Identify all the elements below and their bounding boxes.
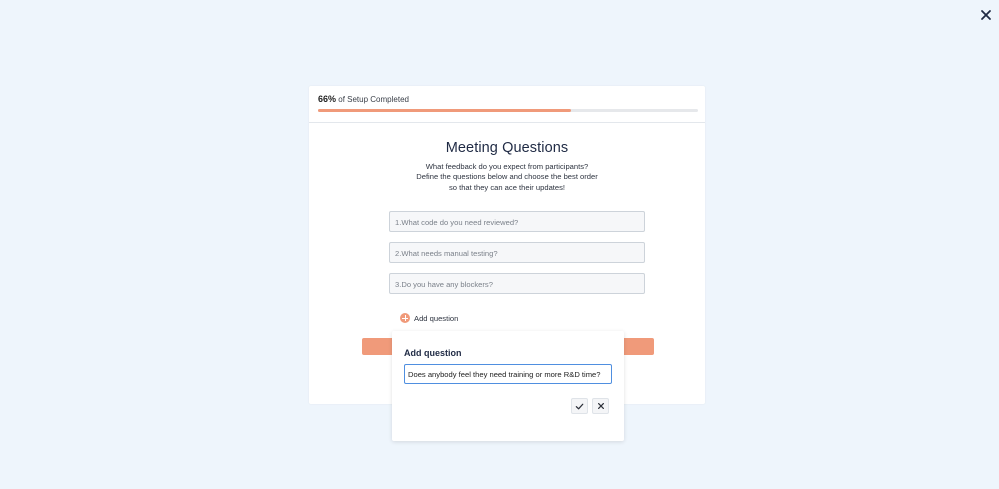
- progress-bar-fill: [318, 109, 572, 112]
- add-question-button[interactable]: Add question: [400, 313, 458, 323]
- description-line: so that they can ace their updates!: [448, 182, 566, 192]
- progress-bar: [318, 109, 698, 112]
- close-icon: [981, 10, 991, 20]
- progress-label: of Setup Completed: [338, 95, 409, 104]
- confirm-button[interactable]: [571, 398, 588, 414]
- page-description: What feedback do you expect from partici…: [309, 162, 705, 193]
- description-line: Define the questions below and choose th…: [416, 172, 598, 182]
- plus-circle-icon: [400, 313, 410, 323]
- progress-section: 66% of Setup Completed: [309, 86, 705, 123]
- cancel-button[interactable]: [592, 398, 609, 414]
- close-window-button[interactable]: [975, 4, 997, 26]
- add-question-label: Add question: [414, 313, 459, 323]
- new-question-input[interactable]: Does anybody feel they need training or …: [404, 364, 612, 384]
- question-field-2[interactable]: 2.What needs manual testing?: [389, 242, 645, 263]
- question-field-1[interactable]: 1.What code do you need reviewed?: [389, 211, 645, 232]
- progress-text: 66% of Setup Completed: [318, 94, 696, 104]
- description-line: What feedback do you expect from partici…: [425, 162, 589, 171]
- page-title: Meeting Questions: [445, 140, 569, 156]
- add-question-popup: Add question Does anybody feel they need…: [392, 331, 624, 441]
- question-field-3[interactable]: 3.Do you have any blockers?: [389, 273, 645, 294]
- progress-percent: 66%: [318, 94, 337, 104]
- check-icon: [575, 403, 584, 409]
- popup-title: Add question: [404, 348, 462, 358]
- close-icon: [597, 403, 604, 409]
